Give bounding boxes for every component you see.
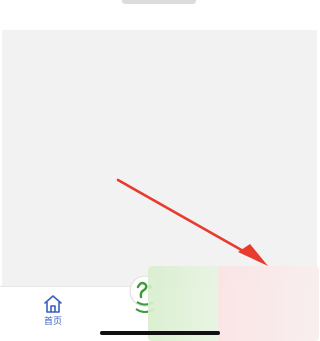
blurred-green-region	[148, 266, 218, 341]
top-notch	[122, 0, 196, 4]
home-icon	[42, 293, 64, 315]
tab-home-label: 首页	[43, 317, 62, 327]
tab-home[interactable]: 首页	[33, 293, 73, 333]
blurred-overlay	[148, 266, 319, 341]
content-area	[2, 30, 317, 286]
top-bar	[0, 0, 319, 30]
home-indicator	[100, 331, 220, 335]
blurred-pink-region	[218, 266, 319, 341]
